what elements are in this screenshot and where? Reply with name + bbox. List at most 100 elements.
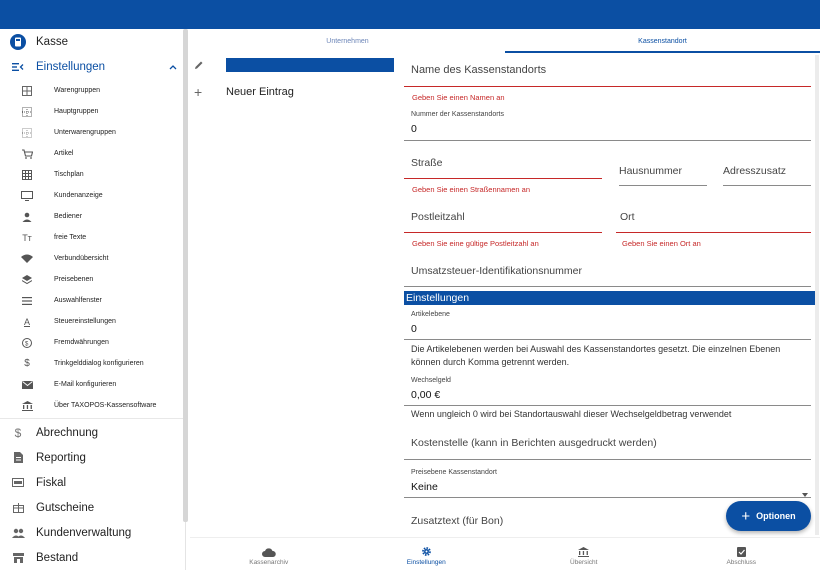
city-field[interactable] — [616, 232, 811, 233]
house-number-field[interactable] — [619, 185, 707, 186]
sidebar-item-label: Artikel — [54, 150, 74, 157]
sidebar-item-ueber[interactable]: Über TAXOPOS-Kassensoftware — [0, 395, 185, 416]
sidebar-item-label: Fremdwährungen — [54, 339, 109, 346]
grid-dotted-icon — [0, 106, 54, 117]
text-icon: Tт — [22, 232, 32, 243]
sidebar-item-freie-texte[interactable]: Tт freie Texte — [0, 227, 185, 248]
gift-icon — [0, 502, 36, 513]
list-item-highlight[interactable] — [226, 58, 394, 72]
sidebar-item-hauptgruppen[interactable]: Hauptgruppen — [0, 101, 185, 122]
sidebar-item-trinkgelddialog[interactable]: $ Trinkgelddialog konfigurieren — [0, 353, 185, 374]
fiscal-icon — [0, 478, 36, 487]
list-item-selected[interactable] — [194, 55, 204, 77]
mail-icon — [0, 380, 54, 389]
sidebar-item-unterwarengruppen[interactable]: Unterwarengruppen — [0, 122, 185, 143]
sidebar-item-bediener[interactable]: Bediener — [0, 206, 185, 227]
cloud-icon — [261, 543, 276, 557]
sidebar-item-label: Kasse — [36, 35, 68, 48]
nav-abschluss[interactable]: Abschluss — [663, 538, 820, 570]
document-icon — [0, 452, 36, 463]
sidebar-item-bestand[interactable]: Bestand — [0, 545, 185, 570]
new-entry-item[interactable]: + Neuer Eintrag — [194, 81, 384, 103]
street-error: Geben Sie einen Straßennamen an — [412, 185, 530, 194]
change-money-value[interactable]: 0,00 € — [411, 389, 440, 401]
gear-icon — [421, 543, 432, 557]
grid-dotted-icon — [0, 127, 54, 138]
extra-text-label: Zusatztext (für Bon) — [411, 515, 504, 527]
sidebar-item-label: Fiskal — [36, 476, 67, 489]
app-bar — [0, 0, 820, 29]
change-money-help: Wenn ungleich 0 wird bei Standortauswahl… — [411, 409, 732, 419]
sidebar-item-gutscheine[interactable]: Gutscheine — [0, 495, 185, 520]
sidebar-item-warengruppen[interactable]: Warengruppen — [0, 80, 185, 101]
name-field[interactable] — [404, 86, 811, 87]
change-money-field[interactable] — [404, 405, 811, 406]
number-field-value[interactable]: 0 — [411, 123, 417, 135]
sidebar-item-tischplan[interactable]: Tischplan — [0, 164, 185, 185]
address-extra-field[interactable] — [723, 185, 811, 186]
nav-label: Übersicht — [570, 558, 598, 566]
sidebar-item-label: Bestand — [36, 551, 79, 564]
nav-einstellungen[interactable]: Einstellungen — [348, 538, 506, 570]
grid-icon — [0, 85, 54, 96]
table-grid-icon — [0, 169, 54, 180]
sidebar-item-kundenanzeige[interactable]: Kundenanzeige — [0, 185, 185, 206]
options-button-label: Optionen — [756, 511, 796, 521]
layers-icon — [0, 274, 54, 285]
settings-menu-icon — [0, 62, 36, 72]
sidebar-item-label: Kundenanzeige — [54, 192, 103, 199]
cost-center-field[interactable] — [404, 459, 811, 460]
dropdown-arrow-icon[interactable] — [802, 484, 808, 502]
price-level-value[interactable]: Keine — [411, 481, 438, 493]
underline-a-icon: A — [23, 316, 30, 327]
nav-kassenarchiv[interactable]: Kassenarchiv — [190, 538, 348, 570]
currency-exchange-icon: $ — [0, 337, 54, 349]
article-level-value[interactable]: 0 — [411, 323, 417, 335]
person-icon — [0, 212, 54, 222]
store-icon — [0, 552, 36, 563]
form-scrollbar[interactable] — [815, 55, 819, 535]
price-level-select[interactable] — [404, 497, 811, 498]
tab-unternehmen[interactable]: Unternehmen — [190, 29, 505, 53]
sidebar-item-kundenverwaltung[interactable]: Kundenverwaltung — [0, 520, 185, 545]
bank-icon — [578, 543, 590, 557]
article-level-field[interactable] — [404, 339, 811, 340]
nav-label: Einstellungen — [406, 558, 446, 566]
sidebar-item-reporting[interactable]: Reporting — [0, 445, 185, 470]
pencil-icon[interactable] — [194, 60, 204, 73]
tab-label: Kassenstandort — [638, 37, 687, 45]
settings-section-header: Einstellungen — [404, 291, 816, 305]
change-money-label: Wechselgeld — [411, 377, 451, 384]
sidebar-item-label: freie Texte — [54, 234, 87, 241]
sidebar-item-preisebenen[interactable]: Preisebenen — [0, 269, 185, 290]
zip-field[interactable] — [404, 232, 602, 233]
vat-field[interactable] — [404, 286, 811, 287]
tab-kassenstandort[interactable]: Kassenstandort — [505, 29, 820, 53]
sidebar-item-label: Einstellungen — [36, 60, 106, 73]
street-field[interactable] — [404, 178, 602, 179]
dollar-icon: $ — [14, 425, 22, 440]
number-field[interactable] — [404, 140, 811, 141]
sidebar-item-abrechnung[interactable]: $ Abrechnung — [0, 420, 185, 445]
sidebar-scrollbar[interactable] — [183, 29, 188, 522]
dollar-icon: $ — [24, 358, 30, 369]
sidebar-item-auswahlfenster[interactable]: Auswahlfenster — [0, 290, 185, 311]
number-field-label: Nummer der Kassenstandorts — [411, 111, 504, 118]
sidebar-item-fremdwaehrungen[interactable]: $ Fremdwährungen — [0, 332, 185, 353]
options-button[interactable]: + Optionen — [726, 501, 811, 531]
street-field-label: Straße — [411, 157, 443, 169]
sidebar-item-steuereinstellungen[interactable]: A Steuereinstellungen — [0, 311, 185, 332]
sidebar-item-fiskal[interactable]: Fiskal — [0, 470, 185, 495]
sidebar-item-kasse[interactable]: Kasse — [0, 29, 185, 54]
cost-center-label: Kostenstelle (kann in Berichten ausgedru… — [411, 437, 657, 449]
sidebar-item-email[interactable]: E-Mail konfigurieren — [0, 374, 185, 395]
new-entry-label: Neuer Eintrag — [226, 86, 294, 98]
sidebar-item-einstellungen[interactable]: Einstellungen — [0, 54, 185, 79]
sidebar: Kasse Einstellungen Warengruppen Hauptgr… — [0, 29, 186, 570]
nav-uebersicht[interactable]: Übersicht — [505, 538, 663, 570]
sidebar-item-label: Warengruppen — [54, 87, 101, 94]
sidebar-item-artikel[interactable]: Artikel — [0, 143, 185, 164]
monitor-icon — [0, 190, 54, 201]
sidebar-item-label: Verbundübersicht — [54, 255, 109, 262]
sidebar-item-verbunduebersicht[interactable]: Verbundübersicht — [0, 248, 185, 269]
